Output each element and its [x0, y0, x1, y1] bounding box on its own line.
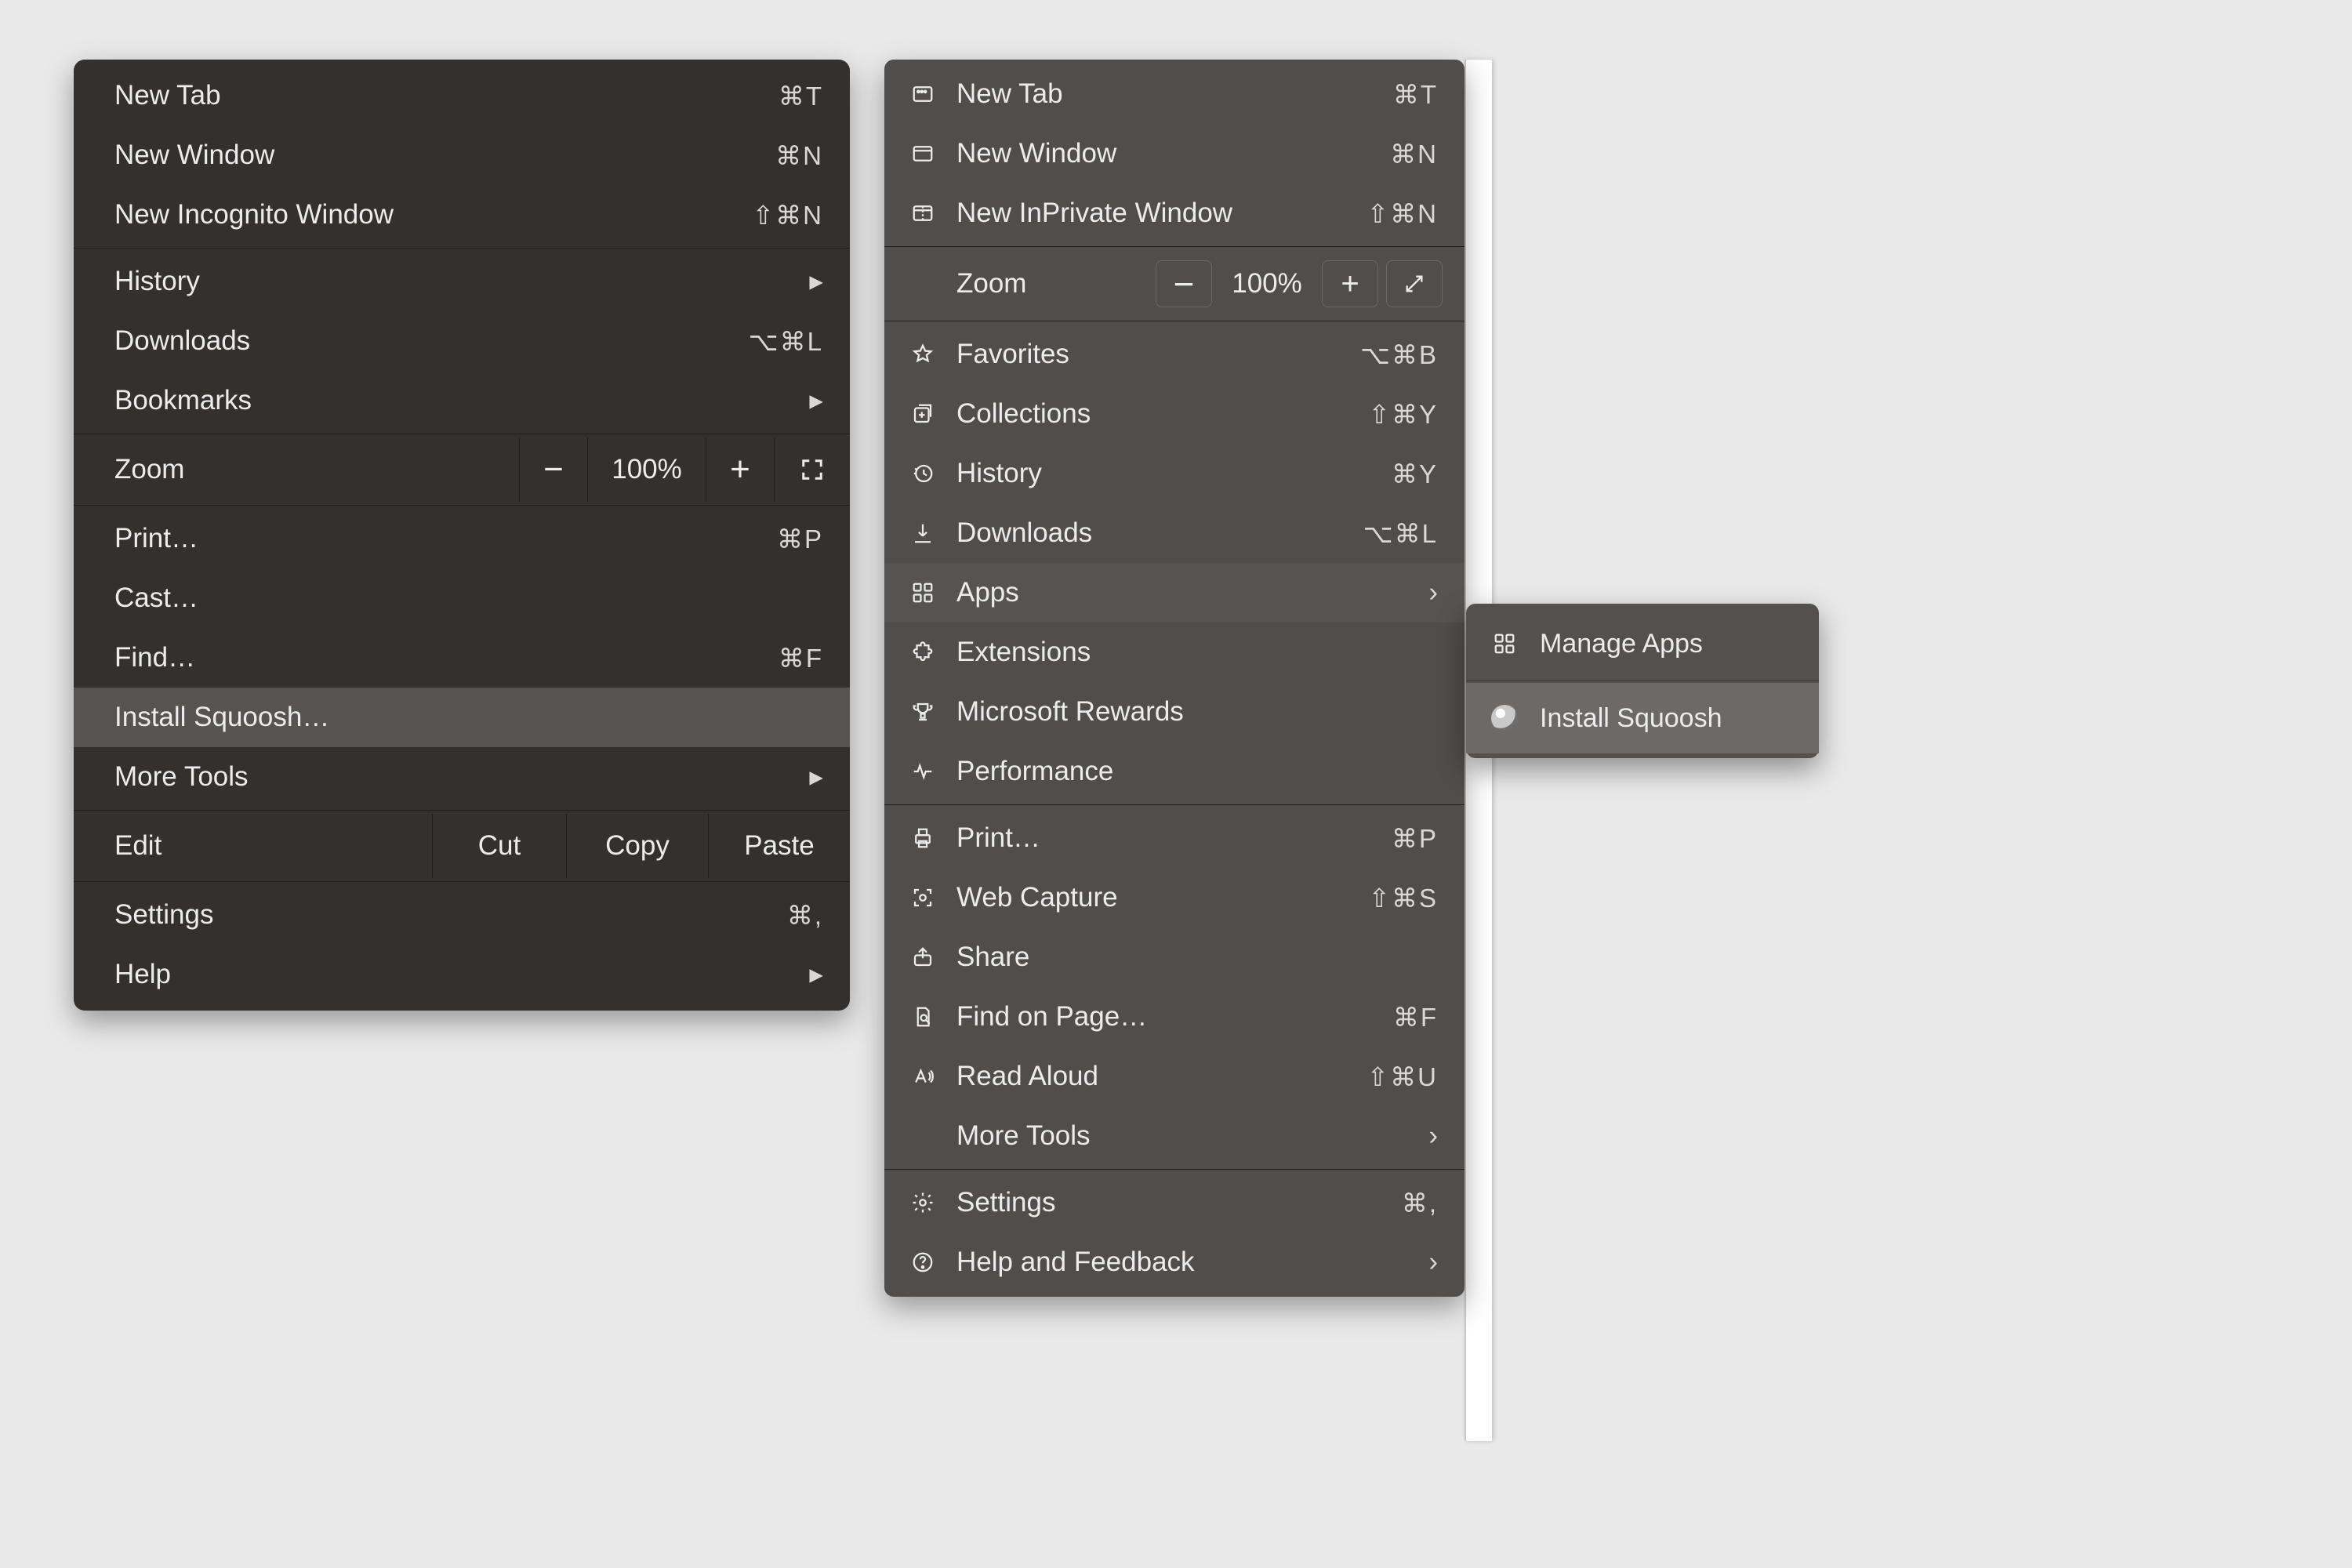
menu-item-more-tools[interactable]: More Tools› [884, 1106, 1465, 1166]
separator [74, 248, 850, 249]
apps-grid-icon [1488, 632, 1521, 655]
chevron-right-icon: ▸ [806, 385, 823, 416]
menu-item-settings[interactable]: Settings⌘, [74, 885, 850, 945]
zoom-label: Zoom [74, 454, 519, 485]
menu-item-downloads[interactable]: Downloads⌥⌘L [74, 311, 850, 371]
zoom-out-button[interactable]: − [519, 437, 587, 502]
chevron-right-icon: › [1421, 1247, 1438, 1278]
squoosh-app-icon [1488, 705, 1521, 731]
edit-row: Edit Cut Copy Paste [74, 814, 850, 878]
cut-button[interactable]: Cut [432, 814, 566, 878]
menu-item-new-tab[interactable]: New Tab⌘T [74, 66, 850, 125]
inprivate-icon [906, 201, 939, 225]
fullscreen-icon [800, 458, 824, 481]
chevron-right-icon: ▸ [806, 761, 823, 793]
settings-gear-icon [906, 1191, 939, 1214]
rewards-trophy-icon [906, 700, 939, 724]
collections-icon [906, 402, 939, 426]
download-icon [906, 521, 939, 545]
history-clock-icon [906, 462, 939, 485]
zoom-row: Zoom − 100% + [884, 250, 1465, 318]
menu-item-collections[interactable]: Collections⇧⌘Y [884, 384, 1465, 444]
menu-item-find-on-page[interactable]: Find on Page…⌘F [884, 987, 1465, 1047]
expand-icon [1403, 273, 1425, 295]
copy-button[interactable]: Copy [566, 814, 708, 878]
menu-item-performance[interactable]: Performance [884, 742, 1465, 801]
menu-item-share[interactable]: Share [884, 927, 1465, 987]
zoom-in-button[interactable]: + [1322, 260, 1378, 307]
help-icon [906, 1250, 939, 1274]
share-icon [906, 946, 939, 969]
fullscreen-button[interactable] [1386, 260, 1443, 307]
zoom-value: 100% [587, 437, 706, 502]
separator [74, 881, 850, 882]
menu-item-downloads[interactable]: Downloads⌥⌘L [884, 503, 1465, 563]
menu-item-favorites[interactable]: Favorites⌥⌘B [884, 325, 1465, 384]
menu-item-more-tools[interactable]: More Tools▸ [74, 747, 850, 807]
separator [884, 1169, 1465, 1170]
chevron-right-icon: ▸ [806, 266, 823, 297]
menu-item-new-window[interactable]: New Window⌘N [74, 125, 850, 185]
chevron-right-icon: › [1421, 577, 1438, 608]
menu-item-web-capture[interactable]: Web Capture⇧⌘S [884, 868, 1465, 927]
web-capture-icon [906, 886, 939, 909]
new-tab-icon [906, 82, 939, 106]
fullscreen-button[interactable] [774, 437, 850, 502]
menu-item-history[interactable]: History▸ [74, 252, 850, 311]
chevron-right-icon: › [1421, 1120, 1438, 1152]
menu-item-help-and-feedback[interactable]: Help and Feedback› [884, 1232, 1465, 1292]
edit-label: Edit [74, 830, 432, 862]
zoom-in-button[interactable]: + [706, 437, 774, 502]
menu-item-new-tab[interactable]: New Tab⌘T [884, 64, 1465, 124]
separator [74, 810, 850, 811]
printer-icon [906, 826, 939, 850]
menu-item-help[interactable]: Help▸ [74, 945, 850, 1004]
performance-pulse-icon [906, 760, 939, 783]
menu-item-new-incognito-window[interactable]: New Incognito Window⇧⌘N [74, 185, 850, 245]
zoom-row: Zoom − 100% + [74, 437, 850, 502]
zoom-label: Zoom [956, 268, 1148, 299]
extensions-puzzle-icon [906, 641, 939, 664]
menu-item-install-squoosh[interactable]: Install Squoosh… [74, 688, 850, 747]
chevron-right-icon: ▸ [806, 959, 823, 990]
edge-menu: New Tab⌘T New Window⌘N New InPrivate Win… [884, 60, 1465, 1297]
zoom-value: 100% [1220, 261, 1314, 307]
menu-item-cast[interactable]: Cast… [74, 568, 850, 628]
new-window-icon [906, 142, 939, 165]
favorites-star-icon [906, 343, 939, 366]
menu-item-microsoft-rewards[interactable]: Microsoft Rewards [884, 682, 1465, 742]
menu-item-history[interactable]: History⌘Y [884, 444, 1465, 503]
apps-grid-icon [906, 581, 939, 604]
menu-item-extensions[interactable]: Extensions [884, 622, 1465, 682]
paste-button[interactable]: Paste [708, 814, 850, 878]
menu-item-bookmarks[interactable]: Bookmarks▸ [74, 371, 850, 430]
chrome-menu: New Tab⌘T New Window⌘N New Incognito Win… [74, 60, 850, 1011]
menu-item-read-aloud[interactable]: Read Aloud⇧⌘U [884, 1047, 1465, 1106]
menu-item-print[interactable]: Print…⌘P [74, 509, 850, 568]
menu-item-apps[interactable]: Apps› [884, 563, 1465, 622]
menu-item-new-inprivate-window[interactable]: New InPrivate Window⇧⌘N [884, 183, 1465, 243]
separator [74, 505, 850, 506]
submenu-item-install-squoosh[interactable]: Install Squoosh [1466, 683, 1819, 753]
menu-item-new-window[interactable]: New Window⌘N [884, 124, 1465, 183]
menu-item-print[interactable]: Print…⌘P [884, 808, 1465, 868]
read-aloud-icon [906, 1065, 939, 1088]
menu-item-find[interactable]: Find…⌘F [74, 628, 850, 688]
separator [884, 246, 1465, 247]
separator [884, 804, 1465, 805]
find-on-page-icon [906, 1005, 939, 1029]
submenu-item-manage-apps[interactable]: Manage Apps [1466, 608, 1819, 679]
zoom-out-button[interactable]: − [1156, 260, 1212, 307]
menu-item-settings[interactable]: Settings⌘, [884, 1173, 1465, 1232]
edge-apps-submenu: Manage Apps Install Squoosh [1466, 604, 1819, 758]
